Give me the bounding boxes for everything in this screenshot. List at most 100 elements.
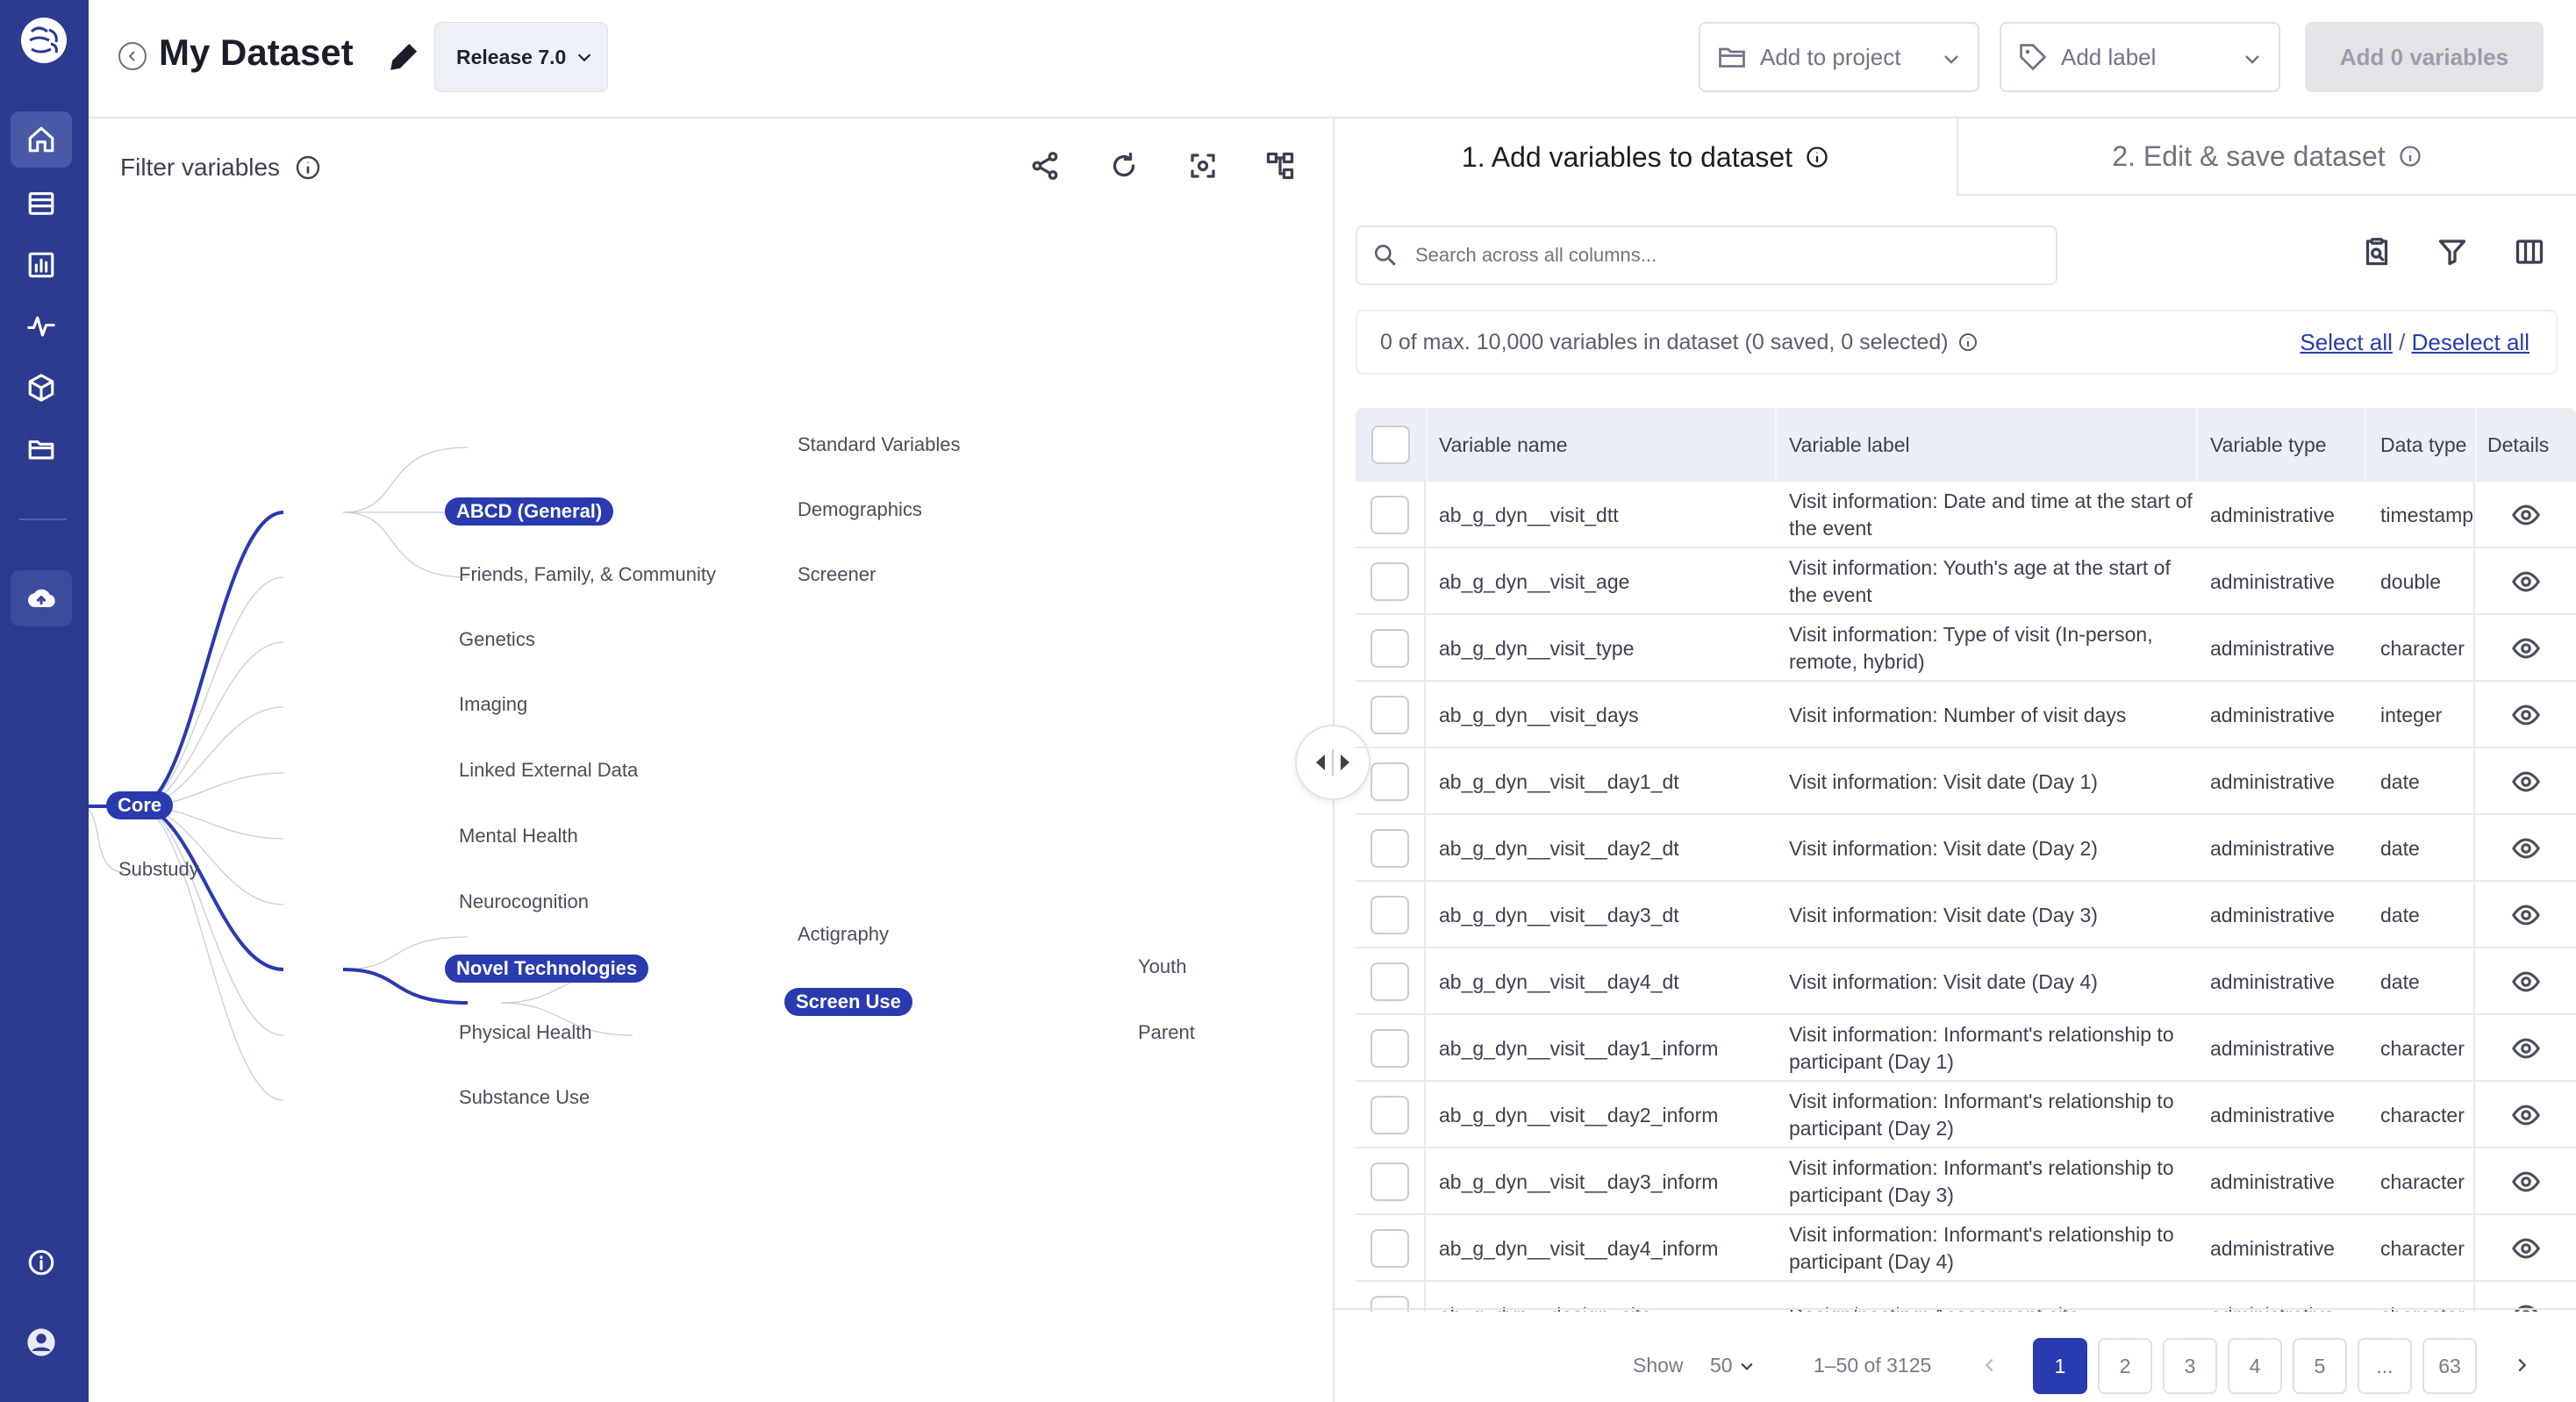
- page-button[interactable]: 4: [2228, 1338, 2282, 1394]
- search-input[interactable]: [1415, 244, 2029, 267]
- add-to-project-dropdown[interactable]: Add to project: [1699, 22, 1979, 92]
- view-details-button[interactable]: [2475, 815, 2576, 882]
- row-checkbox[interactable]: [1370, 496, 1409, 534]
- row-checkbox[interactable]: [1370, 1096, 1409, 1134]
- column-header[interactable]: Data type: [2380, 408, 2466, 482]
- view-details-button[interactable]: [2475, 615, 2576, 682]
- column-header[interactable]: Variable name: [1439, 408, 1568, 482]
- info-icon[interactable]: [294, 154, 322, 182]
- sidebar-item-charts[interactable]: [11, 237, 72, 293]
- table-row[interactable]: ab_g_dyn__visit_days Visit information: N…: [1356, 682, 2576, 748]
- table-row[interactable]: ab_g_dyn__visit__day3_inform Visit inform…: [1356, 1148, 2576, 1215]
- sidebar-item-tables[interactable]: [11, 175, 72, 232]
- table-row[interactable]: ab_g_dyn__visit_type Visit information: T…: [1356, 615, 2576, 682]
- page-button[interactable]: 2: [2098, 1338, 2152, 1394]
- view-details-button[interactable]: [2475, 1282, 2576, 1312]
- prev-page-button[interactable]: [1980, 1356, 2000, 1380]
- tree-node[interactable]: Screener: [798, 563, 876, 586]
- table-row[interactable]: ab_g_dyn__visit_age Visit information: Yo…: [1356, 548, 2576, 615]
- search-box[interactable]: [1356, 225, 2057, 285]
- tree-node[interactable]: Parent: [1138, 1021, 1195, 1044]
- select-all-checkbox[interactable]: [1371, 426, 1410, 464]
- table-row[interactable]: ab_g_dyn__visit__day3_dt Visit informatio…: [1356, 882, 2576, 948]
- row-checkbox[interactable]: [1370, 629, 1409, 668]
- back-button[interactable]: [118, 42, 147, 70]
- sidebar-item-upload[interactable]: [11, 570, 72, 626]
- row-checkbox[interactable]: [1370, 562, 1409, 601]
- sidebar-item-models[interactable]: [11, 360, 72, 416]
- table-row[interactable]: ab_g_dyn__visit__day2_dt Visit informatio…: [1356, 815, 2576, 882]
- share-button[interactable]: [1029, 150, 1064, 185]
- view-details-button[interactable]: [2475, 1015, 2576, 1082]
- page-button[interactable]: 3: [2163, 1338, 2217, 1394]
- row-checkbox[interactable]: [1370, 1029, 1409, 1068]
- view-details-button[interactable]: [2475, 1082, 2576, 1148]
- brain-logo-icon[interactable]: [14, 14, 74, 67]
- page-size-select[interactable]: 50: [1710, 1354, 1756, 1377]
- edit-title-button[interactable]: [387, 40, 420, 74]
- tree-node[interactable]: Actigraphy: [798, 923, 889, 946]
- row-checkbox[interactable]: [1370, 1229, 1409, 1268]
- tree-node[interactable]: Friends, Family, & Community: [459, 563, 716, 586]
- tree-node[interactable]: Linked External Data: [459, 759, 638, 782]
- sidebar-item-info[interactable]: [11, 1234, 72, 1291]
- table-row[interactable]: ab_g_dyn__visit__day4_inform Visit inform…: [1356, 1215, 2576, 1282]
- view-details-button[interactable]: [2475, 482, 2576, 548]
- tree-node[interactable]: Mental Health: [459, 825, 578, 848]
- next-page-button[interactable]: [2512, 1356, 2531, 1380]
- tree-node[interactable]: Genetics: [459, 628, 535, 651]
- page-button[interactable]: ...: [2358, 1338, 2412, 1394]
- tree-node[interactable]: Substudy: [118, 858, 199, 881]
- focus-button[interactable]: [1187, 150, 1222, 185]
- view-details-button[interactable]: [2475, 882, 2576, 948]
- row-checkbox[interactable]: [1370, 962, 1409, 1001]
- deselect-all-link[interactable]: Deselect all: [2412, 329, 2529, 355]
- tab-edit-save[interactable]: 2. Edit & save dataset: [1957, 118, 2576, 196]
- tree-node[interactable]: Physical Health: [459, 1021, 592, 1044]
- column-header[interactable]: Variable type: [2210, 408, 2327, 482]
- sidebar-item-home[interactable]: [11, 111, 72, 168]
- row-checkbox[interactable]: [1370, 762, 1409, 801]
- tree-node[interactable]: Neurocognition: [459, 891, 589, 913]
- tree-node[interactable]: Core: [106, 791, 174, 819]
- add-variables-button[interactable]: Add 0 variables: [2305, 22, 2544, 92]
- tree-node[interactable]: Youth: [1138, 955, 1186, 978]
- reset-button[interactable]: [1108, 150, 1143, 185]
- tree-node[interactable]: Substance Use: [459, 1086, 590, 1109]
- row-checkbox[interactable]: [1370, 829, 1409, 868]
- row-checkbox[interactable]: [1370, 896, 1409, 934]
- sidebar-item-account[interactable]: [11, 1314, 72, 1370]
- tree-node[interactable]: ABCD (General): [445, 497, 614, 526]
- page-button[interactable]: 5: [2293, 1338, 2347, 1394]
- table-row[interactable]: ab_g_dyn__visit__day1_inform Visit inform…: [1356, 1015, 2576, 1082]
- view-details-button[interactable]: [2475, 948, 2576, 1015]
- table-row[interactable]: ab_g_dyn__visit_dtt Visit information: Da…: [1356, 482, 2576, 548]
- add-label-dropdown[interactable]: Add label: [2000, 22, 2280, 92]
- tree-layout-button[interactable]: [1264, 150, 1299, 185]
- filter-button[interactable]: [2436, 236, 2475, 275]
- search-clipboard-button[interactable]: [2361, 236, 2400, 275]
- sidebar-item-folders[interactable]: [11, 421, 72, 477]
- table-row[interactable]: ab_g_dyn__design_site Design/nesting: Ass…: [1356, 1282, 2576, 1312]
- table-row[interactable]: ab_g_dyn__visit__day2_inform Visit inform…: [1356, 1082, 2576, 1148]
- table-row[interactable]: ab_g_dyn__visit__day4_dt Visit informatio…: [1356, 948, 2576, 1015]
- row-checkbox[interactable]: [1370, 696, 1409, 734]
- view-details-button[interactable]: [2475, 748, 2576, 815]
- tree-node[interactable]: Novel Technologies: [445, 955, 649, 983]
- release-select[interactable]: Release 7.0: [434, 22, 608, 92]
- view-details-button[interactable]: [2475, 548, 2576, 615]
- tab-add-variables[interactable]: 1. Add variables to dataset: [1335, 118, 1957, 196]
- sidebar-item-activity[interactable]: [11, 298, 72, 354]
- view-details-button[interactable]: [2475, 1215, 2576, 1282]
- tree-node[interactable]: Demographics: [798, 498, 922, 521]
- view-details-button[interactable]: [2475, 682, 2576, 748]
- page-button[interactable]: 63: [2422, 1338, 2477, 1394]
- page-button[interactable]: 1: [2033, 1338, 2087, 1394]
- table-row[interactable]: ab_g_dyn__visit__day1_dt Visit informatio…: [1356, 748, 2576, 815]
- select-all-link[interactable]: Select all: [2300, 329, 2393, 355]
- view-details-button[interactable]: [2475, 1148, 2576, 1215]
- columns-button[interactable]: [2514, 236, 2552, 275]
- tree-node[interactable]: Standard Variables: [798, 433, 961, 456]
- column-header[interactable]: Variable label: [1789, 408, 1910, 482]
- tree-node[interactable]: Imaging: [459, 693, 527, 716]
